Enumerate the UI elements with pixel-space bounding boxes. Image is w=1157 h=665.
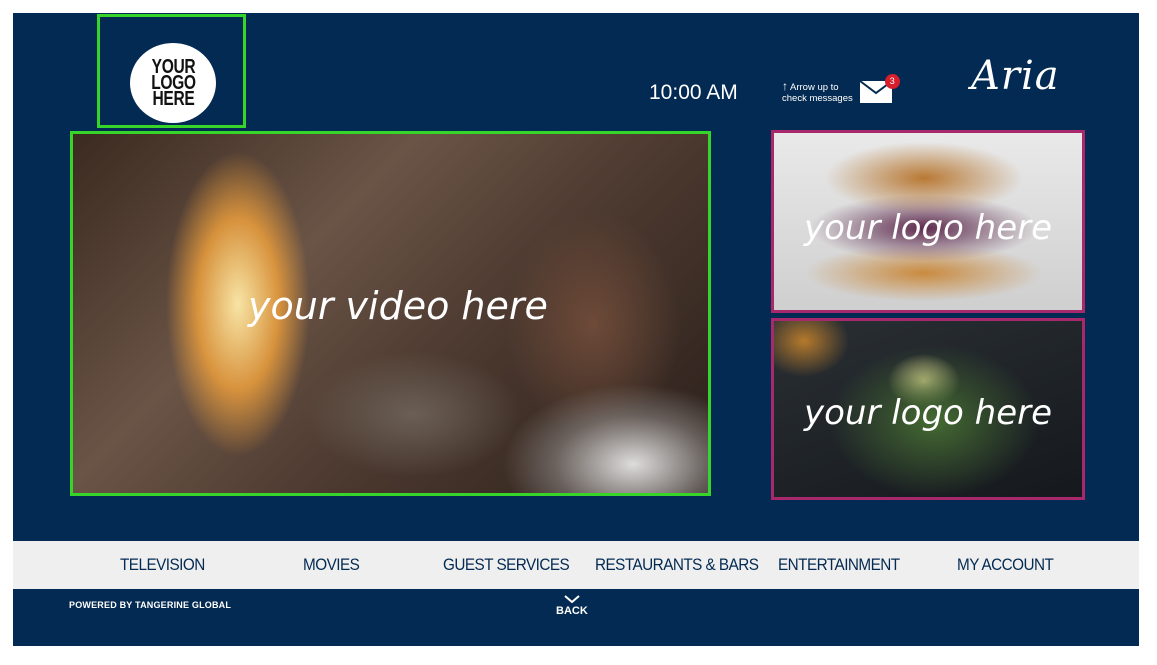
nav-item-restaurants-bars[interactable]: RESTAURANTS & BARS (595, 555, 759, 575)
back-chevron-icon (556, 595, 588, 605)
logo-text: YOUR LOGO HERE (150, 56, 196, 110)
tv-portal-screen: YOUR LOGO HERE 10:00 AM ↑ Arrow up to che… (13, 13, 1139, 646)
nav-item-movies[interactable]: MOVIES (303, 555, 360, 575)
nav-item-entertainment[interactable]: ENTERTAINMENT (778, 555, 900, 575)
arrow-up-icon: ↑ (782, 78, 788, 93)
powered-by: POWERED BY TANGERINE GLOBAL (69, 600, 232, 610)
nav-item-television[interactable]: TELEVISION (120, 555, 205, 575)
message-hint-line1: Arrow up to (790, 81, 839, 93)
message-hint-line2: check messages (782, 92, 853, 104)
message-hint-text: ↑ Arrow up to check messages (782, 78, 853, 104)
message-hint[interactable]: ↑ Arrow up to check messages 3 (782, 74, 900, 104)
promo-tile-2[interactable]: your logo here (771, 318, 1085, 500)
video-label: your video here (248, 284, 548, 328)
nav-item-my-account[interactable]: MY ACCOUNT (957, 555, 1054, 575)
clock: 10:00 AM (649, 81, 738, 104)
video-panel[interactable]: your video here (70, 131, 711, 496)
nav-item-guest-services[interactable]: GUEST SERVICES (443, 555, 570, 575)
promo-tile-1[interactable]: your logo here (771, 130, 1085, 313)
back-label: BACK (556, 605, 588, 617)
brand-logo: Aria (971, 53, 1060, 99)
message-count-badge: 3 (884, 74, 900, 89)
logo-circle: YOUR LOGO HERE (130, 43, 216, 123)
back-button[interactable]: BACK (556, 595, 588, 617)
logo-placeholder: YOUR LOGO HERE (97, 14, 246, 128)
promo-label: your logo here (803, 208, 1053, 248)
envelope-icon[interactable]: 3 (859, 74, 900, 104)
promo-label: your logo here (803, 393, 1053, 433)
main-nav: TELEVISION MOVIES GUEST SERVICES RESTAUR… (13, 541, 1139, 589)
